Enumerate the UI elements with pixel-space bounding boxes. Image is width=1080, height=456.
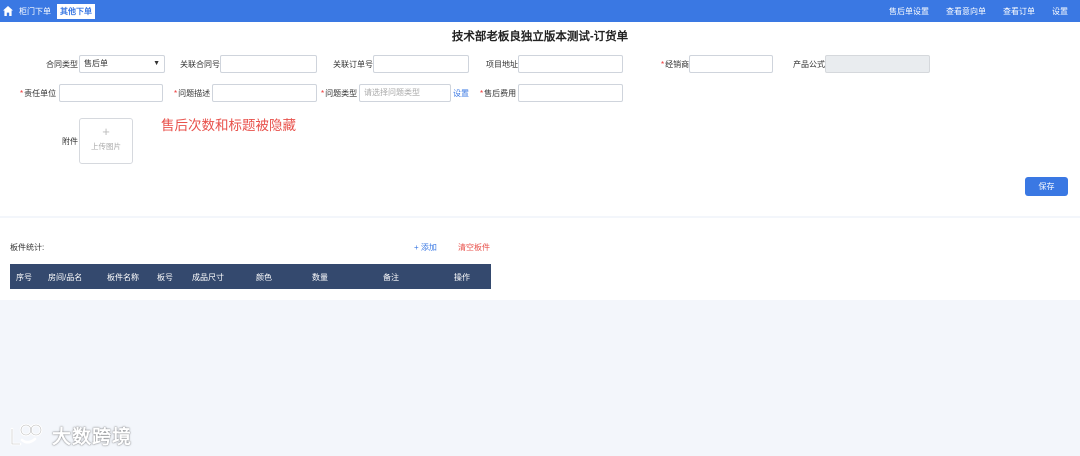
attachment-label: 附件 xyxy=(62,137,78,146)
page-title: 技术部老板良独立版本测试-订货单 xyxy=(451,31,629,43)
project-address-label: 项目地址 xyxy=(486,60,518,69)
hidden-fields-note: 售后次数和标题被隐藏 xyxy=(161,118,296,133)
aftersale-fee-label: *售后费用 xyxy=(480,89,517,98)
contract-type-value: 售后单 xyxy=(84,59,108,68)
related-contract-input[interactable] xyxy=(220,55,317,73)
responsible-unit-input[interactable] xyxy=(59,84,163,102)
related-contract-label: 关联合同号 xyxy=(180,60,220,69)
problem-type-select[interactable]: 请选择问题类型 xyxy=(359,84,451,102)
chevron-down-icon: ▼ xyxy=(153,60,160,67)
column-header-index: 序号 xyxy=(16,273,32,282)
required-mark: * xyxy=(321,89,325,98)
problem-desc-label: *问题描述 xyxy=(174,89,211,98)
problem-desc-input[interactable] xyxy=(212,84,317,102)
upload-image-button[interactable]: + 上传图片 xyxy=(79,118,133,164)
board-table-header: 序号 房间/品名 板件名称 板号 成品尺寸 颜色 数量 备注 操作 xyxy=(10,264,491,289)
required-mark: * xyxy=(661,60,665,69)
column-header-actions: 操作 xyxy=(454,273,470,282)
order-form-panel: 技术部老板良独立版本测试-订货单 合同类型 售后单 ▼ 关联合同号 关联订单号 … xyxy=(0,22,1080,216)
aftersale-fee-input[interactable] xyxy=(518,84,623,102)
watermark-text: 大数跨境 xyxy=(52,426,133,448)
required-mark: * xyxy=(480,89,484,98)
required-mark: * xyxy=(174,89,178,98)
contract-type-select[interactable]: 售后单 ▼ xyxy=(79,55,165,73)
view-intent-orders-link[interactable]: 查看意向单 xyxy=(946,6,986,17)
watermark-logo-icon xyxy=(10,423,43,446)
add-board-button[interactable]: + 添加 xyxy=(414,242,437,253)
related-order-input[interactable] xyxy=(373,55,469,73)
top-nav-bar: 柜门下单 其他下单 售后单设置 查看意向单 查看订单 设置 xyxy=(0,0,1080,22)
upload-image-label: 上传图片 xyxy=(91,142,121,151)
column-header-quantity: 数量 xyxy=(312,273,328,282)
problem-type-settings-link[interactable]: 设置 xyxy=(453,88,469,99)
column-header-board-number: 板号 xyxy=(157,273,173,282)
clear-boards-button[interactable]: 清空板件 xyxy=(458,242,490,253)
column-header-remarks: 备注 xyxy=(383,273,399,282)
column-header-finished-size: 成品尺寸 xyxy=(192,273,224,282)
column-header-color: 颜色 xyxy=(256,273,272,282)
column-header-board-name: 板件名称 xyxy=(107,273,139,282)
plus-icon: + xyxy=(102,124,110,139)
tab-other-order[interactable]: 其他下单 xyxy=(57,4,95,19)
board-stats-label: 板件统计: xyxy=(10,243,45,252)
board-stats-section: 板件统计: + 添加 清空板件 序号 房间/品名 板件名称 板号 成品尺寸 颜色… xyxy=(0,218,1080,300)
settings-link[interactable]: 设置 xyxy=(1052,6,1068,17)
product-formula-input xyxy=(825,55,930,73)
view-orders-link[interactable]: 查看订单 xyxy=(1003,6,1035,17)
save-button[interactable]: 保存 xyxy=(1025,177,1068,196)
product-formula-label: 产品公式 xyxy=(793,60,825,69)
contract-type-label: 合同类型 xyxy=(46,60,78,69)
dealer-input[interactable] xyxy=(689,55,773,73)
aftersale-settings-link[interactable]: 售后单设置 xyxy=(889,6,929,17)
tab-cabinet-order[interactable]: 柜门下单 xyxy=(19,6,51,17)
watermark: 大数跨境 xyxy=(8,420,132,450)
home-icon[interactable] xyxy=(2,5,14,17)
problem-type-label: *问题类型 xyxy=(321,89,358,98)
responsible-unit-label: *责任单位 xyxy=(20,89,57,98)
dealer-label: *经销商 xyxy=(661,60,690,69)
required-mark: * xyxy=(20,89,24,98)
column-header-room-product: 房间/品名 xyxy=(48,273,83,282)
project-address-input[interactable] xyxy=(518,55,623,73)
related-order-label: 关联订单号 xyxy=(333,60,373,69)
